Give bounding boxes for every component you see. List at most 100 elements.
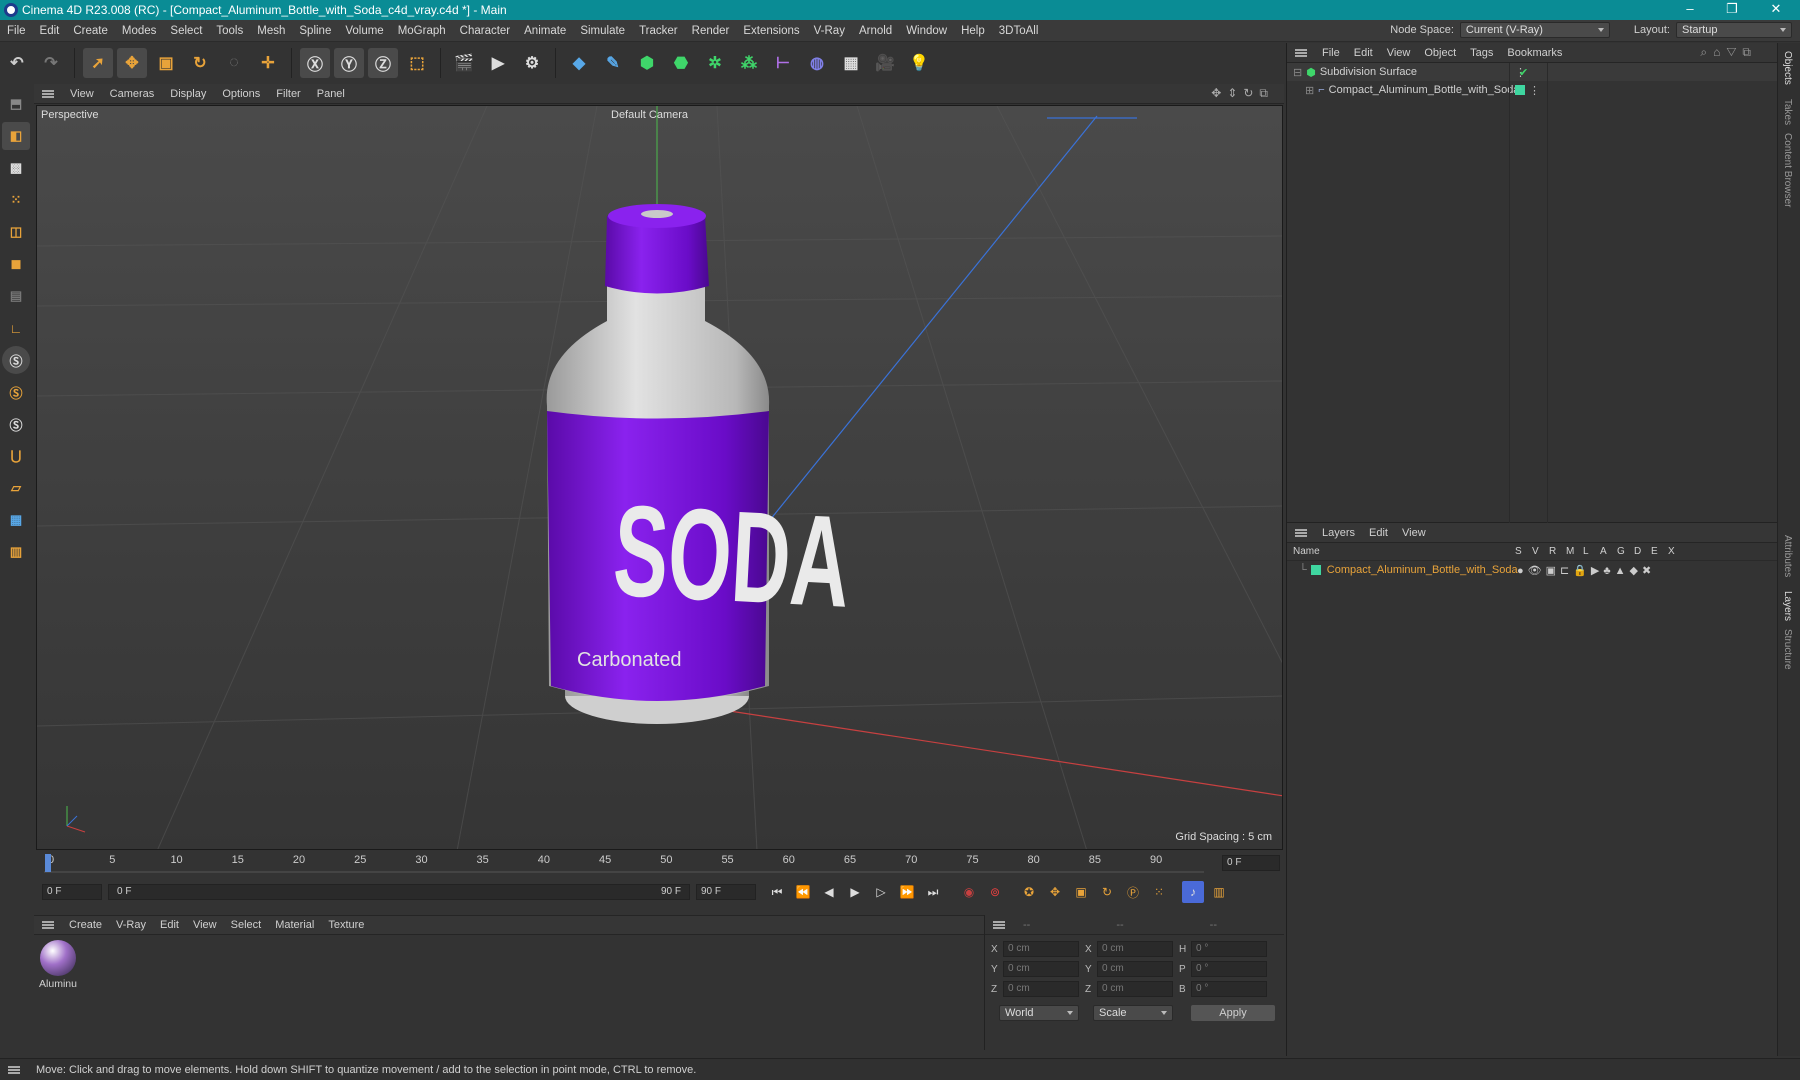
locked-workplane-icon[interactable]: ▦ [2, 506, 30, 534]
key-position-icon[interactable]: ✥ [1044, 881, 1066, 903]
render-settings-icon[interactable]: ⚙ [517, 48, 547, 78]
coordinate-system-icon[interactable]: ⬚ [402, 48, 432, 78]
key-scale-icon[interactable]: ▣ [1070, 881, 1092, 903]
layer-column-header[interactable]: D [1634, 546, 1641, 557]
layers-menu-view[interactable]: View [1395, 527, 1433, 539]
next-frame-icon[interactable]: ▷ [870, 881, 892, 903]
menu-extensions[interactable]: Extensions [736, 25, 806, 37]
status-menu-icon[interactable] [8, 1065, 20, 1074]
autokey-icon[interactable]: ⊚ [984, 881, 1006, 903]
camera-icon[interactable]: 🎥 [870, 48, 900, 78]
motion-clip-icon[interactable]: ▥ [1208, 881, 1230, 903]
layer-column-header[interactable]: V [1532, 546, 1539, 557]
menu-tracker[interactable]: Tracker [632, 25, 685, 37]
layer-column-header[interactable]: S [1515, 546, 1522, 557]
layer-column-header[interactable]: Name [1293, 546, 1320, 557]
menu-window[interactable]: Window [899, 25, 954, 37]
edges-mode-icon[interactable]: ◫ [2, 218, 30, 246]
coord-space-dropdown[interactable]: World [999, 1005, 1079, 1021]
transform-icon[interactable]: ✛ [253, 48, 283, 78]
quantize-icon[interactable]: ▥ [2, 538, 30, 566]
render-view-icon[interactable]: 🎬 [449, 48, 479, 78]
menu-volume[interactable]: Volume [338, 25, 390, 37]
coord-mode-dropdown[interactable]: Scale [1093, 1005, 1173, 1021]
tab-structure[interactable]: Structure [1782, 629, 1793, 670]
tab-attributes[interactable]: Attributes [1782, 535, 1793, 577]
mat-menu-vray[interactable]: V-Ray [109, 919, 153, 931]
layer-toggle-icons[interactable]: ●👁▣⊏🔒▶♣▲◆✖ [1517, 564, 1655, 577]
layer-column-header[interactable]: A [1600, 546, 1607, 557]
camera-label[interactable]: Default Camera [611, 109, 688, 121]
light-icon[interactable]: 💡 [904, 48, 934, 78]
node-space-dropdown[interactable]: Current (V-Ray) [1459, 22, 1610, 38]
coord-value-field[interactable]: 0 ° [1191, 961, 1267, 977]
rotate-tool-icon[interactable]: ↻ [185, 48, 215, 78]
y-axis-lock-icon[interactable]: Ⓨ [334, 48, 364, 78]
layer-column-header[interactable]: X [1668, 546, 1675, 557]
layers-menu-edit[interactable]: Edit [1362, 527, 1395, 539]
coords-menu-icon[interactable] [993, 920, 1005, 929]
layers-menu-layers[interactable]: Layers [1315, 527, 1362, 539]
obj-menu-bookmarks[interactable]: Bookmarks [1500, 47, 1569, 59]
menu-animate[interactable]: Animate [517, 25, 573, 37]
mograph-effector-icon[interactable]: ⁂ [734, 48, 764, 78]
tab-content-browser[interactable]: Content Browser [1782, 133, 1793, 207]
obj-menu-tags[interactable]: Tags [1463, 47, 1500, 59]
record-icon[interactable]: ◉ [958, 881, 980, 903]
menu-select[interactable]: Select [163, 25, 209, 37]
menu-modes[interactable]: Modes [115, 25, 164, 37]
timeline-ruler[interactable]: 0 5 10 15 20 25 30 35 40 45 50 55 60 65 70 75 80 85 90 0 F [34, 852, 1284, 876]
solo-icon[interactable]: Ⓢ [2, 346, 30, 374]
go-to-start-icon[interactable]: ⏮ [766, 881, 788, 903]
mat-menu-edit[interactable]: Edit [153, 919, 186, 931]
coord-value-field[interactable]: 0 ° [1191, 941, 1267, 957]
material-swatch[interactable]: Aluminu [38, 940, 78, 990]
viewport-nav-icons[interactable]: ✥⇕↻⧉ [1211, 86, 1274, 101]
solo-hierarchy-icon[interactable]: Ⓢ [2, 378, 30, 406]
mat-menu-view[interactable]: View [186, 919, 224, 931]
viewport-menu-icon[interactable] [42, 89, 54, 98]
cube-primitive-icon[interactable]: ◆ [564, 48, 594, 78]
uv-mode-icon[interactable]: ▤ [2, 282, 30, 310]
points-mode-icon[interactable]: ⁙ [2, 186, 30, 214]
enabled-check-icon[interactable]: ✔ [1519, 66, 1528, 79]
visibility-dots-icon[interactable]: ⋮ [1529, 84, 1540, 97]
z-axis-lock-icon[interactable]: Ⓩ [368, 48, 398, 78]
subdivision-generator-icon[interactable]: ⬢ [632, 48, 662, 78]
minimize-button[interactable]: – [1670, 0, 1710, 20]
make-editable-icon[interactable]: ⬒ [2, 90, 30, 118]
mat-menu-select[interactable]: Select [224, 919, 269, 931]
coord-value-field[interactable]: 0 cm [1003, 981, 1079, 997]
mat-menu-material[interactable]: Material [268, 919, 321, 931]
tab-layers[interactable]: Layers [1782, 591, 1793, 621]
menu-edit[interactable]: Edit [33, 25, 67, 37]
field-icon[interactable]: ◍ [802, 48, 832, 78]
vp-menu-panel[interactable]: Panel [309, 88, 353, 100]
obj-menu-file[interactable]: File [1315, 47, 1347, 59]
texture-mode-icon[interactable]: ▩ [2, 154, 30, 182]
playhead[interactable] [45, 854, 51, 872]
menu-help[interactable]: Help [954, 25, 992, 37]
perspective-viewport[interactable]: SODA Carbonated Perspective Default Came… [36, 105, 1283, 850]
layer-row[interactable]: └ Compact_Aluminum_Bottle_with_Soda ●👁▣⊏… [1287, 561, 1777, 579]
previous-frame-icon[interactable]: ◀ [818, 881, 840, 903]
x-axis-lock-icon[interactable]: Ⓧ [300, 48, 330, 78]
vp-menu-display[interactable]: Display [162, 88, 214, 100]
coord-value-field[interactable]: 0 cm [1097, 981, 1173, 997]
polygons-mode-icon[interactable]: ◼ [2, 250, 30, 278]
layout-dropdown[interactable]: Startup [1676, 22, 1792, 38]
maximize-button[interactable]: ❐ [1712, 0, 1752, 20]
coord-value-field[interactable]: 0 cm [1003, 961, 1079, 977]
coord-value-field[interactable]: 0 cm [1097, 941, 1173, 957]
render-picture-viewer-icon[interactable]: ▶ [483, 48, 513, 78]
menu-render[interactable]: Render [685, 25, 737, 37]
obj-menu-object[interactable]: Object [1417, 47, 1463, 59]
tab-takes[interactable]: Takes [1782, 99, 1793, 125]
obj-menu-edit[interactable]: Edit [1347, 47, 1380, 59]
scale-tool-icon[interactable]: ▣ [151, 48, 181, 78]
timeline-window-icon[interactable]: ♪ [1182, 881, 1204, 903]
layer-column-header[interactable]: M [1566, 546, 1574, 557]
mat-menu-texture[interactable]: Texture [321, 919, 371, 931]
layer-column-header[interactable]: R [1549, 546, 1556, 557]
deformer-icon[interactable]: ⊢ [768, 48, 798, 78]
